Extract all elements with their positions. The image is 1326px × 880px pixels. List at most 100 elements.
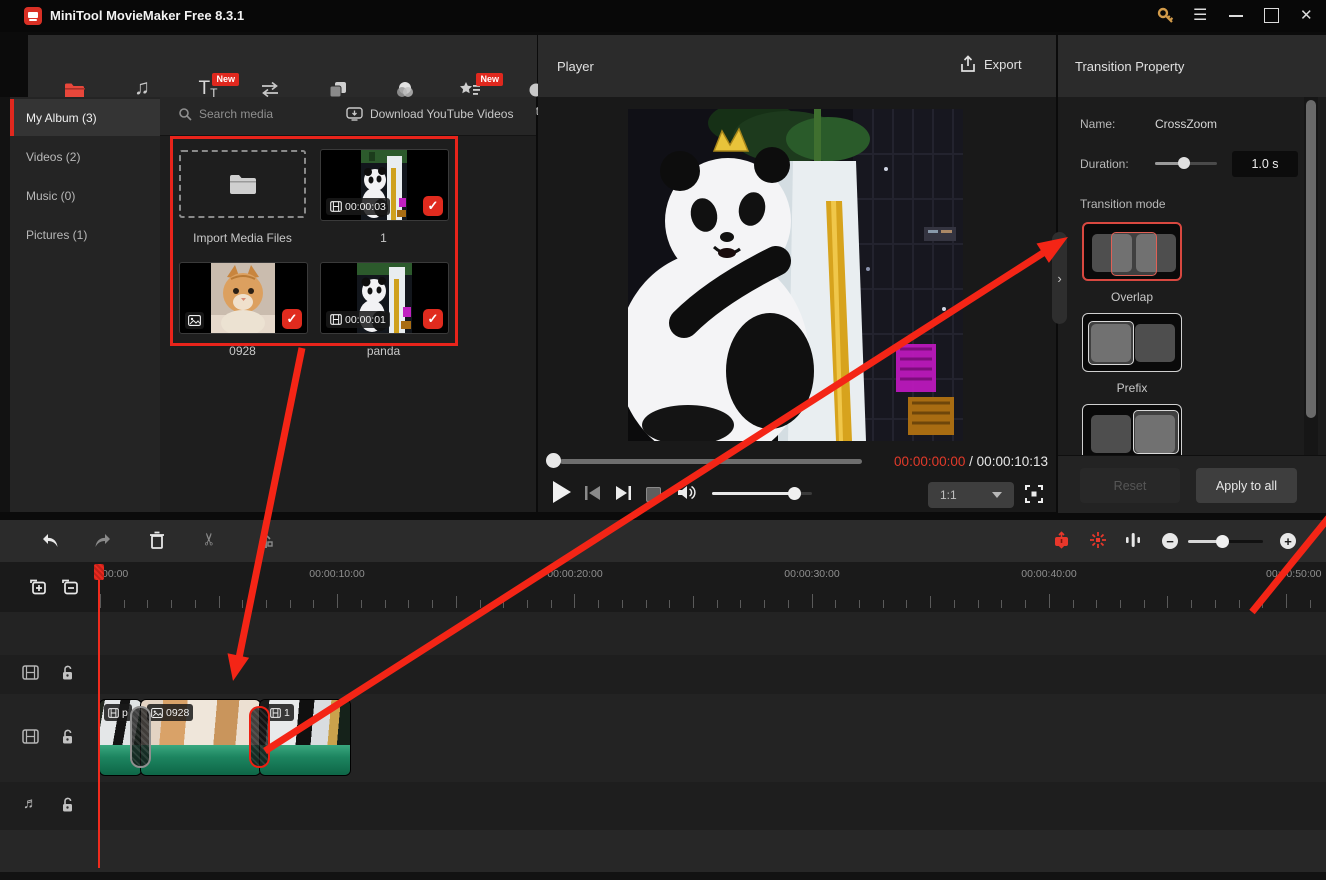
import-media-tile[interactable] <box>179 150 306 218</box>
minimize-icon[interactable] <box>1229 15 1243 17</box>
license-key-icon[interactable] <box>1156 6 1176 31</box>
track3-unlock-icon[interactable] <box>60 796 75 818</box>
zoom-ratio-dropdown[interactable]: 1:1 <box>928 482 1014 508</box>
playhead-handle[interactable] <box>94 564 104 580</box>
seek-knob[interactable] <box>546 453 561 468</box>
ruler-tick <box>954 600 955 608</box>
effect-highlight-button[interactable] <box>1089 531 1107 554</box>
clip-label: p <box>122 707 128 719</box>
timeline-row-empty[interactable] <box>0 612 1326 656</box>
timeline-toolbar: ✂ − + <box>0 520 1326 562</box>
timeline-track-video-1[interactable] <box>0 655 1326 695</box>
media-tile-1[interactable]: 00:00:03 ✓ <box>320 149 449 221</box>
audio-waveform-button[interactable] <box>1124 530 1142 555</box>
split-button[interactable] <box>257 530 275 555</box>
fullscreen-button[interactable] <box>1024 484 1044 509</box>
next-frame-button[interactable] <box>615 485 632 506</box>
search-icon <box>178 107 192 121</box>
active-indicator <box>10 99 14 136</box>
ruler-label: 00:00:50:00 <box>1266 568 1326 580</box>
sidebar-item-my-album[interactable]: My Album (3) <box>10 99 160 136</box>
film-icon <box>330 201 342 212</box>
volume-knob[interactable] <box>788 487 801 500</box>
attach-clip-icon <box>1052 531 1071 550</box>
ruler-tick <box>1262 600 1263 608</box>
track1-type-icon <box>22 665 39 685</box>
attach-clip-button[interactable] <box>1052 531 1071 555</box>
split-icon <box>257 530 275 550</box>
duration-slider-knob[interactable] <box>1178 157 1190 169</box>
ruler-tick <box>551 600 552 608</box>
transition-marker-selected[interactable] <box>249 706 270 768</box>
ruler-tick <box>1286 594 1287 608</box>
current-time: 00:00:00:00 <box>894 454 965 469</box>
transition-mode-prefix[interactable] <box>1082 313 1182 372</box>
clip-chip: 0928 <box>147 704 193 721</box>
ruler-tick <box>1310 600 1311 608</box>
apply-to-all-button[interactable]: Apply to all <box>1196 468 1297 503</box>
trash-icon <box>148 530 166 550</box>
track2-unlock-icon[interactable] <box>60 728 75 750</box>
download-youtube-button[interactable]: Download YouTube Videos <box>346 107 513 121</box>
transition-panel-header: Transition Property <box>1058 35 1326 97</box>
media-tile-0928[interactable]: ✓ <box>179 262 308 334</box>
previous-frame-button[interactable] <box>584 485 601 506</box>
menu-icon[interactable]: ☰ <box>1193 5 1207 25</box>
export-icon <box>960 55 976 74</box>
timeline-clip-1[interactable]: 1 <box>260 700 350 775</box>
scissors-icon[interactable]: ✂ <box>200 532 220 546</box>
duration-text: 00:00:03 <box>345 201 386 213</box>
seek-bar[interactable] <box>560 459 862 464</box>
ruler-tick <box>147 600 148 608</box>
playhead-line[interactable] <box>98 564 100 868</box>
media-content: Search media Download YouTube Videos Imp… <box>160 97 536 512</box>
ruler-tick <box>1001 600 1002 608</box>
stop-button[interactable] <box>646 487 661 502</box>
track1-unlock-icon[interactable] <box>60 664 75 686</box>
youtube-download-icon <box>346 107 363 121</box>
undo-button[interactable] <box>40 531 60 554</box>
zoom-in-button[interactable]: + <box>1280 533 1296 549</box>
timeline-clip-0928[interactable]: 0928 <box>141 700 260 775</box>
ruler-tick <box>788 600 789 608</box>
play-button[interactable] <box>553 481 571 503</box>
titlebar: MiniTool MovieMaker Free 8.3.1 ☰ ✕ <box>0 0 1326 32</box>
transition-marker-1[interactable] <box>130 706 151 768</box>
redo-button[interactable] <box>93 531 113 554</box>
duration-value-box[interactable]: 1.0 s <box>1232 151 1298 177</box>
export-button[interactable]: Export <box>960 55 1022 74</box>
ruler-tick <box>622 600 623 608</box>
film-icon <box>108 708 119 718</box>
add-track-button[interactable] <box>28 578 48 601</box>
maximize-icon[interactable] <box>1264 8 1279 23</box>
search-media-field[interactable]: Search media <box>178 107 273 121</box>
timeline-ruler[interactable] <box>0 562 1326 613</box>
clip-chip: 1 <box>266 704 294 721</box>
sparkle-icon <box>1089 531 1107 549</box>
reset-button[interactable]: Reset <box>1080 468 1180 503</box>
fullscreen-icon <box>1024 484 1044 504</box>
panel-collapse-handle[interactable]: › <box>1052 232 1067 324</box>
volume-button[interactable] <box>676 483 698 507</box>
zoom-out-button[interactable]: − <box>1162 533 1178 549</box>
sidebar-item-music[interactable]: Music (0) <box>10 177 160 214</box>
timeline-zoom-knob[interactable] <box>1216 535 1229 548</box>
timeline-bottom-area[interactable] <box>0 830 1326 873</box>
remove-track-button[interactable] <box>60 578 80 601</box>
ruler-tick <box>717 600 718 608</box>
ruler-tick <box>1215 600 1216 608</box>
transition-mode-overlap[interactable] <box>1082 222 1182 281</box>
chevron-right-icon: › <box>1057 271 1061 286</box>
mode-overlay-center <box>1111 232 1157 276</box>
undo-icon <box>40 531 60 549</box>
scrollbar-track[interactable] <box>1304 97 1318 455</box>
clip-label: 1 <box>284 707 290 719</box>
delete-button[interactable] <box>148 530 166 555</box>
close-icon[interactable]: ✕ <box>1300 6 1313 24</box>
media-tile-panda[interactable]: 00:00:01 ✓ <box>320 262 449 334</box>
sidebar-item-pictures[interactable]: Pictures (1) <box>10 216 160 253</box>
sidebar-item-label: My Album (3) <box>26 111 97 125</box>
scrollbar-thumb[interactable] <box>1306 100 1316 418</box>
sidebar-item-videos[interactable]: Videos (2) <box>10 138 160 175</box>
timeline-track-audio[interactable] <box>0 782 1326 831</box>
